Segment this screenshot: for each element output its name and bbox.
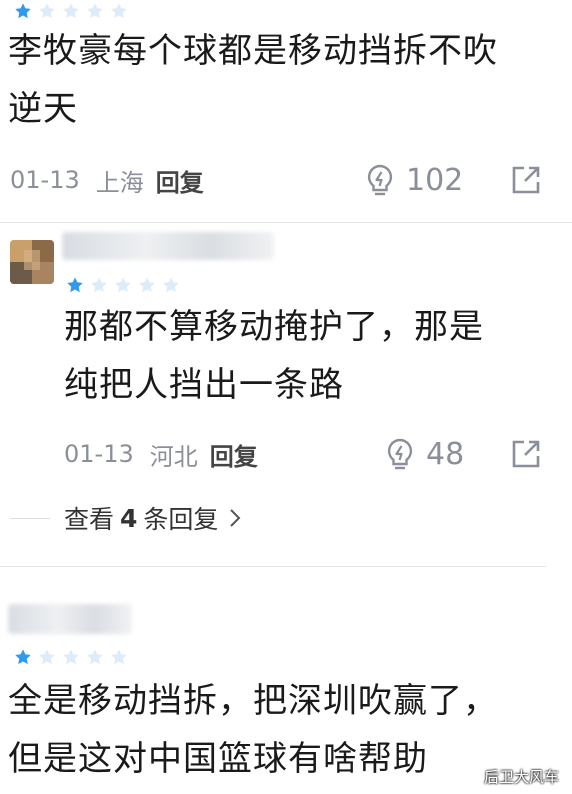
star-empty-icon <box>110 648 128 666</box>
watermark: 后卫大风车 <box>484 768 560 786</box>
view-replies-prefix: 查看 <box>64 505 115 534</box>
star-empty-icon <box>38 648 56 666</box>
comment-text: 李牧豪每个球都是移动挡拆不吹 逆天 <box>8 22 558 138</box>
rating-stars <box>14 648 128 666</box>
username-blurred[interactable] <box>62 232 274 260</box>
star-empty-icon <box>38 2 56 20</box>
username-blurred[interactable] <box>8 604 132 634</box>
like-count: 48 <box>426 436 465 472</box>
share-icon <box>512 166 540 194</box>
share-icon <box>512 440 540 468</box>
share-button[interactable] <box>510 164 542 196</box>
comment-line: 全是移动挡拆，把深圳吹赢了， <box>8 681 498 721</box>
comment-line: 那都不算移动掩护了，那是 <box>64 307 484 347</box>
star-empty-icon <box>62 648 80 666</box>
star-empty-icon <box>138 276 156 294</box>
star-filled-icon <box>14 2 32 20</box>
star-filled-icon <box>14 648 32 666</box>
chevron-right-icon <box>230 509 241 527</box>
star-empty-icon <box>90 276 108 294</box>
view-replies-link[interactable]: 查看 4 条回复 <box>64 500 244 536</box>
rating-stars <box>66 276 180 294</box>
comment-line: 纯把人挡出一条路 <box>64 365 344 405</box>
divider <box>0 566 546 567</box>
like-button[interactable]: 102 <box>364 160 463 200</box>
comment-line: 逆天 <box>8 89 78 129</box>
view-replies-count: 4 <box>120 503 138 533</box>
star-empty-icon <box>110 2 128 20</box>
comment-meta: 01-13 河北 回复 <box>64 434 258 474</box>
lightbulb-icon <box>387 438 413 470</box>
star-empty-icon <box>114 276 132 294</box>
comment-date: 01-13 <box>64 440 134 468</box>
avatar[interactable] <box>10 240 54 284</box>
comment-line: 李牧豪每个球都是移动挡拆不吹 <box>8 31 498 71</box>
lightbulb-icon <box>367 164 393 196</box>
star-empty-icon <box>86 2 104 20</box>
comment-text: 那都不算移动掩护了，那是 纯把人挡出一条路 <box>64 298 554 414</box>
comment-location: 上海 <box>95 168 144 197</box>
comment-meta: 01-13 上海 回复 <box>10 160 204 200</box>
like-button[interactable]: 48 <box>384 434 464 474</box>
star-empty-icon <box>162 276 180 294</box>
comment-text: 全是移动挡拆，把深圳吹赢了， 但是这对中国篮球有啥帮助 <box>8 672 564 788</box>
reply-button[interactable]: 回复 <box>210 437 258 472</box>
like-count: 102 <box>406 162 464 198</box>
reply-button[interactable]: 回复 <box>156 163 204 198</box>
star-empty-icon <box>62 2 80 20</box>
divider <box>0 222 572 223</box>
comment-line: 但是这对中国篮球有啥帮助 <box>8 739 428 779</box>
view-replies-suffix: 条回复 <box>143 505 219 534</box>
reply-divider-line <box>10 518 50 519</box>
rating-stars <box>14 2 128 20</box>
star-filled-icon <box>66 276 84 294</box>
comment-location: 河北 <box>149 442 198 471</box>
star-empty-icon <box>86 648 104 666</box>
share-button[interactable] <box>510 438 542 470</box>
comment-date: 01-13 <box>10 166 80 194</box>
